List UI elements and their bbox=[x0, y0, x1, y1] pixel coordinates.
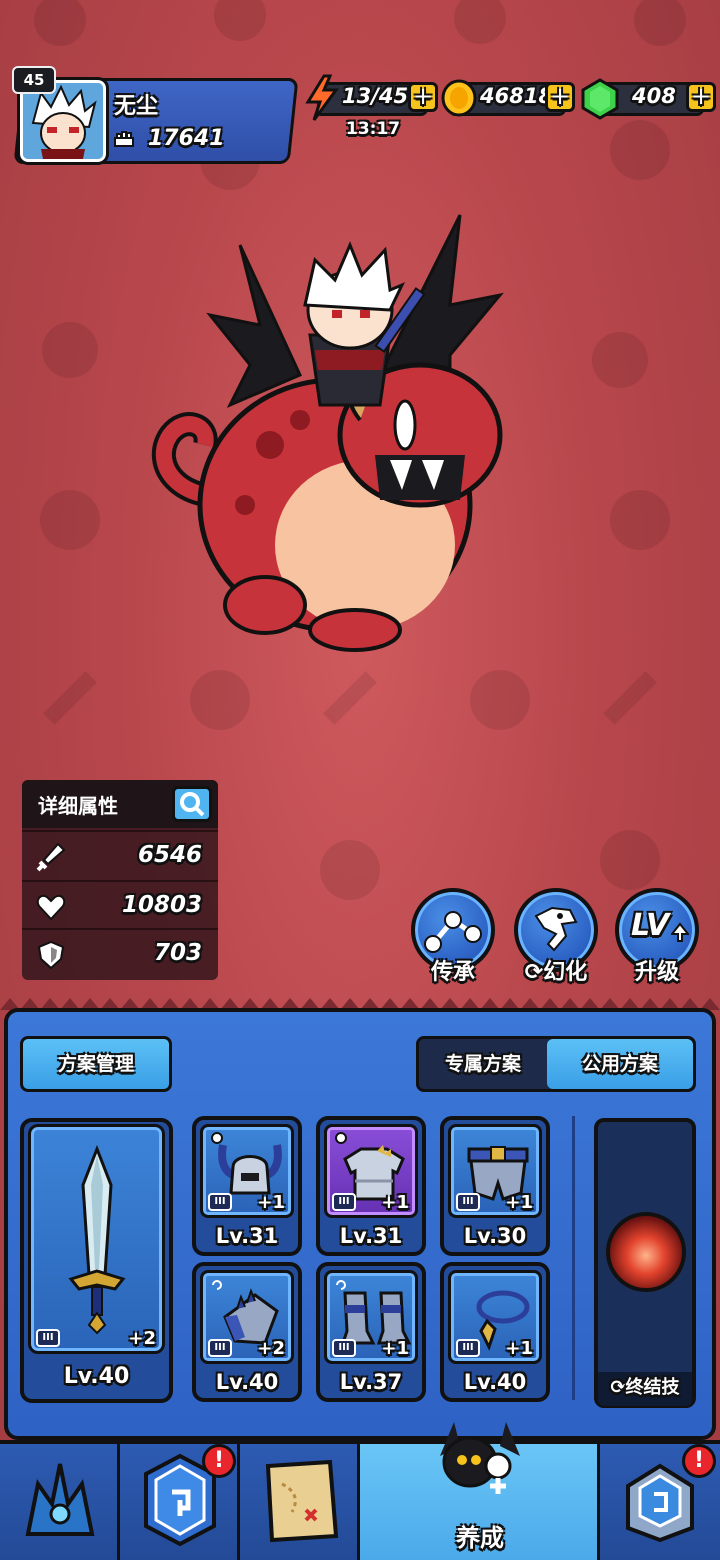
belt-slot[interactable]: III +1 Lv.30 bbox=[440, 1116, 550, 1256]
heart-health-icon bbox=[36, 894, 66, 921]
ultimate-skill-label: ⟳终结技 bbox=[598, 1372, 692, 1406]
lightning-energy-icon bbox=[305, 74, 339, 121]
up-arrow-icon bbox=[671, 922, 689, 942]
boots-level: Lv.37 bbox=[339, 1370, 403, 1394]
hero-on-dragon-illustration[interactable] bbox=[150, 205, 520, 655]
gloves-frame: III +2 bbox=[200, 1270, 294, 1364]
plan-tabs: 专属方案 公用方案 bbox=[416, 1036, 696, 1092]
belt-frame: III +1 bbox=[448, 1124, 542, 1218]
player-name: 无尘 bbox=[114, 94, 159, 119]
attributes-title: 详细属性 bbox=[38, 794, 118, 818]
weapon-level: Lv.40 bbox=[63, 1364, 130, 1389]
ultimate-label-text: 终结技 bbox=[625, 1377, 680, 1398]
green-gem-icon bbox=[581, 78, 619, 120]
gloves-slot[interactable]: III +2 Lv.40 bbox=[192, 1262, 302, 1402]
defense-row: 703 bbox=[22, 928, 218, 978]
energy-timer: 13:17 bbox=[346, 119, 401, 139]
gem-value: 408 bbox=[632, 84, 676, 108]
panel-zigzag-edge bbox=[0, 998, 720, 1010]
ultimate-skill-orb-icon bbox=[606, 1212, 686, 1292]
shop-alert-badge: ! bbox=[682, 1444, 716, 1478]
weapon-tier-badge: III bbox=[36, 1329, 60, 1347]
nav-cultivate-label: 养成 bbox=[456, 1524, 504, 1552]
belt-tier-badge: III bbox=[456, 1193, 480, 1211]
helmet-slot[interactable]: III +1 Lv.31 bbox=[192, 1116, 302, 1256]
armor-level: Lv.31 bbox=[339, 1224, 403, 1248]
helmet-enhance-level: +1 bbox=[257, 1192, 285, 1213]
belt-enhance-level: +1 bbox=[505, 1192, 533, 1213]
nav-tab-map[interactable] bbox=[240, 1444, 360, 1560]
avatar-portrait-icon bbox=[23, 83, 103, 159]
necklace-enhance-level: +1 bbox=[505, 1338, 533, 1359]
card-alert-badge: ! bbox=[202, 1444, 236, 1478]
combat-power-value: 17641 bbox=[148, 126, 225, 151]
necklace-slot[interactable]: III +1 Lv.40 bbox=[440, 1262, 550, 1402]
helmet-tier-badge: III bbox=[208, 1193, 232, 1211]
inherit-label: 传承 bbox=[430, 960, 475, 985]
add-gem-button[interactable]: + bbox=[686, 82, 716, 112]
helmet-frame: III +1 bbox=[200, 1124, 294, 1218]
transform-label-text: 幻化 bbox=[543, 960, 588, 985]
pet-mascot-icon bbox=[440, 1422, 520, 1494]
add-gold-button[interactable]: + bbox=[545, 82, 575, 112]
fist-power-icon bbox=[114, 131, 134, 147]
armor-enhance-level: +1 bbox=[381, 1192, 409, 1213]
transform-label: ⟳幻化 bbox=[506, 954, 606, 986]
defense-value: 703 bbox=[153, 940, 202, 966]
health-row: 10803 bbox=[22, 880, 218, 930]
add-energy-button[interactable]: + bbox=[408, 82, 438, 112]
armor-frame: III +1 bbox=[324, 1124, 418, 1218]
shield-defense-icon bbox=[37, 940, 65, 970]
attributes-header: 详细属性 bbox=[22, 780, 218, 828]
magnifier-icon bbox=[180, 792, 205, 817]
gloves-tier-badge: III bbox=[208, 1339, 232, 1357]
dark-crown-icon bbox=[25, 1463, 95, 1536]
refresh-icon: ⟳ bbox=[524, 960, 544, 985]
boots-frame: III +1 bbox=[324, 1270, 418, 1364]
gold-coin-icon bbox=[441, 79, 477, 117]
armor-slot[interactable]: III +1 Lv.31 bbox=[316, 1116, 426, 1256]
boots-tier-badge: III bbox=[332, 1339, 356, 1357]
boots-enhance-level: +1 bbox=[381, 1338, 409, 1359]
attack-row: 6546 bbox=[22, 830, 218, 880]
gloves-level: Lv.40 bbox=[215, 1370, 279, 1394]
tab-exclusive-plan[interactable]: 专属方案 bbox=[419, 1039, 547, 1089]
necklace-frame: III +1 bbox=[448, 1270, 542, 1364]
upgrade-label: 升级 bbox=[634, 960, 679, 985]
nav-tab-crown[interactable] bbox=[0, 1444, 120, 1560]
armor-tier-badge: III bbox=[332, 1193, 356, 1211]
gold-value: 46818 bbox=[480, 84, 554, 108]
weapon-frame: III +2 bbox=[28, 1124, 165, 1354]
slot-divider bbox=[572, 1116, 575, 1400]
tab-public-plan[interactable]: 公用方案 bbox=[547, 1039, 693, 1089]
boots-slot[interactable]: III +1 Lv.37 bbox=[316, 1262, 426, 1402]
plan-management-button[interactable]: 方案管理 bbox=[20, 1036, 172, 1092]
attack-value: 6546 bbox=[137, 842, 202, 868]
player-level-badge: 45 bbox=[12, 66, 56, 94]
gloves-enhance-level: +2 bbox=[257, 1338, 285, 1359]
sword-weapon-icon bbox=[68, 1145, 126, 1335]
health-value: 10803 bbox=[121, 892, 202, 918]
detail-attributes-panel: 详细属性 6546 10803 703 bbox=[22, 780, 218, 980]
belt-level: Lv.30 bbox=[463, 1224, 527, 1248]
weapon-enhance-level: +2 bbox=[128, 1328, 156, 1349]
refresh-icon: ⟳ bbox=[610, 1377, 626, 1398]
energy-value: 13/45 bbox=[342, 84, 409, 108]
treasure-map-icon bbox=[265, 1459, 339, 1543]
sword-attack-icon bbox=[36, 842, 66, 872]
necklace-level: Lv.40 bbox=[463, 1370, 527, 1394]
attributes-search-button[interactable] bbox=[172, 786, 212, 822]
helmet-level: Lv.31 bbox=[215, 1224, 279, 1248]
level-up-icon: LV bbox=[631, 908, 670, 943]
necklace-tier-badge: III bbox=[456, 1339, 480, 1357]
